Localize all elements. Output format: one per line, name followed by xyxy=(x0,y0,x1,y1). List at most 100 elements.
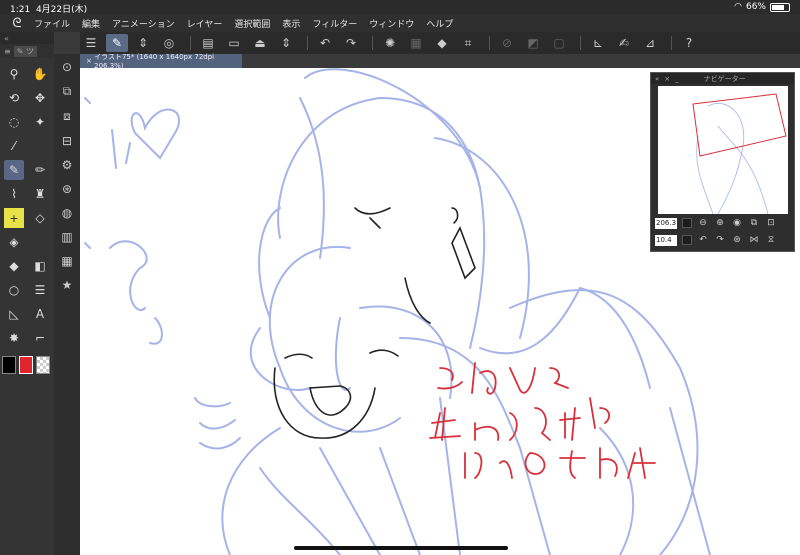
menu-file[interactable]: ファイル xyxy=(34,17,70,30)
pen-icon[interactable]: ✎ xyxy=(4,160,24,180)
transparent-swatch[interactable] xyxy=(36,356,50,374)
material-icon[interactable]: ⚙ xyxy=(62,158,73,172)
film-icon[interactable]: ▥ xyxy=(61,230,72,244)
subtool-tab[interactable]: ✎ ツ xyxy=(13,45,37,57)
balloon-icon[interactable]: ✸ xyxy=(4,328,24,348)
menu-edit[interactable]: 編集 xyxy=(82,17,100,30)
navigator-panel: « × _ ナビゲーター 206.3 ⊖ ⊕ ◉ ⧉ ⊡ 10.4 ↶ ↷ ⊛ … xyxy=(650,72,795,252)
fit-screen-icon[interactable]: ⧉ xyxy=(748,218,760,228)
angle-slider[interactable] xyxy=(682,235,692,245)
sub-color-swatch[interactable] xyxy=(19,356,33,374)
flip-vertical-icon[interactable]: ⧖ xyxy=(765,235,777,245)
eyedropper-icon[interactable]: ⁄ xyxy=(4,136,24,156)
pencil-icon[interactable]: ✏ xyxy=(30,160,50,180)
frame-border-icon[interactable]: ☰ xyxy=(30,280,50,300)
eraser-line-icon[interactable]: ⊿ xyxy=(639,34,661,52)
thumbnail-sketch xyxy=(692,93,787,214)
menu-view[interactable]: 表示 xyxy=(282,17,300,30)
hamburger-menu-icon[interactable]: ☰ xyxy=(80,34,102,52)
menu-layer[interactable]: レイヤー xyxy=(187,17,223,30)
clear-selection-icon[interactable]: ⊘ xyxy=(496,34,518,52)
divider xyxy=(580,36,581,50)
fit-navigator-icon[interactable]: ⊡ xyxy=(765,218,777,228)
flip-horizontal-icon[interactable]: ⋈ xyxy=(748,235,760,245)
menu-selection[interactable]: 選択範囲 xyxy=(234,17,270,30)
collapse-icon[interactable]: « xyxy=(655,75,659,83)
divider xyxy=(671,36,672,50)
zoom-value-field[interactable]: 206.3 xyxy=(655,217,677,229)
decoration-icon[interactable]: + xyxy=(4,208,24,228)
zoom-icon[interactable]: ⚲ xyxy=(4,64,24,84)
layer-property-icon[interactable]: ⧉ xyxy=(63,84,72,99)
lasso-icon[interactable]: ◌ xyxy=(4,112,24,132)
actual-size-icon[interactable]: ◉ xyxy=(731,218,743,228)
gradient-icon[interactable]: ◩ xyxy=(522,34,544,52)
pen-mode-icon[interactable]: ✎ xyxy=(106,34,128,52)
main-color-swatch[interactable] xyxy=(2,356,16,374)
updown-icon-2[interactable]: ⇕ xyxy=(275,34,297,52)
move-icon[interactable]: ✥ xyxy=(30,88,50,108)
redo-icon[interactable]: ↷ xyxy=(340,34,362,52)
transform-icon[interactable]: ⌗ xyxy=(457,34,479,52)
updown-icon[interactable]: ⇕ xyxy=(132,34,154,52)
navigator-thumbnail[interactable] xyxy=(658,86,788,214)
fill-icon[interactable]: ◆ xyxy=(431,34,453,52)
zoom-in-icon[interactable]: ⊕ xyxy=(714,218,726,228)
tab-document[interactable]: × イラスト75* (1640 x 1640px 72dpi 206.3%) xyxy=(80,53,242,70)
open-folder-icon[interactable]: ▭ xyxy=(223,34,245,52)
clip-studio-icon[interactable]: ◎ xyxy=(158,34,180,52)
hand-icon[interactable]: ✋ xyxy=(30,64,50,84)
search-layer-icon[interactable]: ⊟ xyxy=(62,134,72,148)
figure-icon[interactable]: ○ xyxy=(4,280,24,300)
loading-icon[interactable]: ✺ xyxy=(379,34,401,52)
undo-icon[interactable]: ↶ xyxy=(314,34,336,52)
minimize-icon[interactable]: _ xyxy=(675,75,679,83)
divider xyxy=(489,36,490,50)
magic-wand-icon[interactable]: ✦ xyxy=(30,112,50,132)
sub-view-icon[interactable]: ⊛ xyxy=(62,182,72,196)
correct-line-icon[interactable]: ⌐ xyxy=(30,328,50,348)
menu-window[interactable]: ウィンドウ xyxy=(369,17,414,30)
brush-icon[interactable]: ✍ xyxy=(613,34,635,52)
text-icon[interactable]: A xyxy=(30,304,50,324)
eraser-icon[interactable]: ◇ xyxy=(30,208,50,228)
status-bar: 1:21 4月22日(木) ◠ 66% xyxy=(0,0,800,15)
navigator-icon[interactable]: ⊙ xyxy=(62,60,72,74)
app-logo-icon[interactable]: ᘓ xyxy=(0,16,34,31)
menu-filter[interactable]: フィルター xyxy=(312,17,357,30)
color-icon[interactable]: ◍ xyxy=(62,206,72,220)
home-indicator[interactable] xyxy=(294,546,508,550)
timeline-icon[interactable]: ▦ xyxy=(61,254,72,268)
color-swatches xyxy=(0,354,54,376)
rotate-left-icon[interactable]: ↶ xyxy=(697,235,709,245)
airbrush-icon[interactable]: ♜ xyxy=(30,184,50,204)
help-icon[interactable]: ? xyxy=(678,34,700,52)
new-file-icon[interactable]: ▤ xyxy=(197,34,219,52)
star-icon[interactable]: ★ xyxy=(62,278,73,292)
navigator-title: ナビゲーター xyxy=(703,74,746,83)
fill-bucket-icon[interactable]: ◆ xyxy=(4,256,24,276)
blend-icon[interactable]: ◈ xyxy=(4,232,24,252)
menu-animation[interactable]: アニメーション xyxy=(112,17,175,30)
reset-rotation-icon[interactable]: ⊛ xyxy=(731,235,743,245)
layers-icon[interactable]: ⧈ xyxy=(63,109,71,124)
zoom-out-icon[interactable]: ⊖ xyxy=(697,218,709,228)
rotate-icon[interactable]: ⟲ xyxy=(4,88,24,108)
menu-help[interactable]: ヘルプ xyxy=(426,17,453,30)
divider xyxy=(190,36,191,50)
gradient-tool-icon[interactable]: ◧ xyxy=(30,256,50,276)
ruler-tool-icon[interactable]: ◺ xyxy=(4,304,24,324)
battery-icon xyxy=(770,2,790,12)
zoom-slider[interactable] xyxy=(682,218,692,228)
frame-icon[interactable]: ▢ xyxy=(548,34,570,52)
brush-tool-icon[interactable]: ⌇ xyxy=(4,184,24,204)
menu-icon[interactable]: ≡ xyxy=(4,47,11,56)
tab-close-icon[interactable]: × xyxy=(86,57,92,65)
layer-icon[interactable]: ▦ xyxy=(405,34,427,52)
ruler-icon[interactable]: ⊾ xyxy=(587,34,609,52)
angle-value-field[interactable]: 10.4 xyxy=(655,234,677,246)
close-icon[interactable]: × xyxy=(664,75,670,83)
save-icon[interactable]: ⏏ xyxy=(249,34,271,52)
battery-percent: 66% xyxy=(745,2,766,12)
rotate-right-icon[interactable]: ↷ xyxy=(714,235,726,245)
